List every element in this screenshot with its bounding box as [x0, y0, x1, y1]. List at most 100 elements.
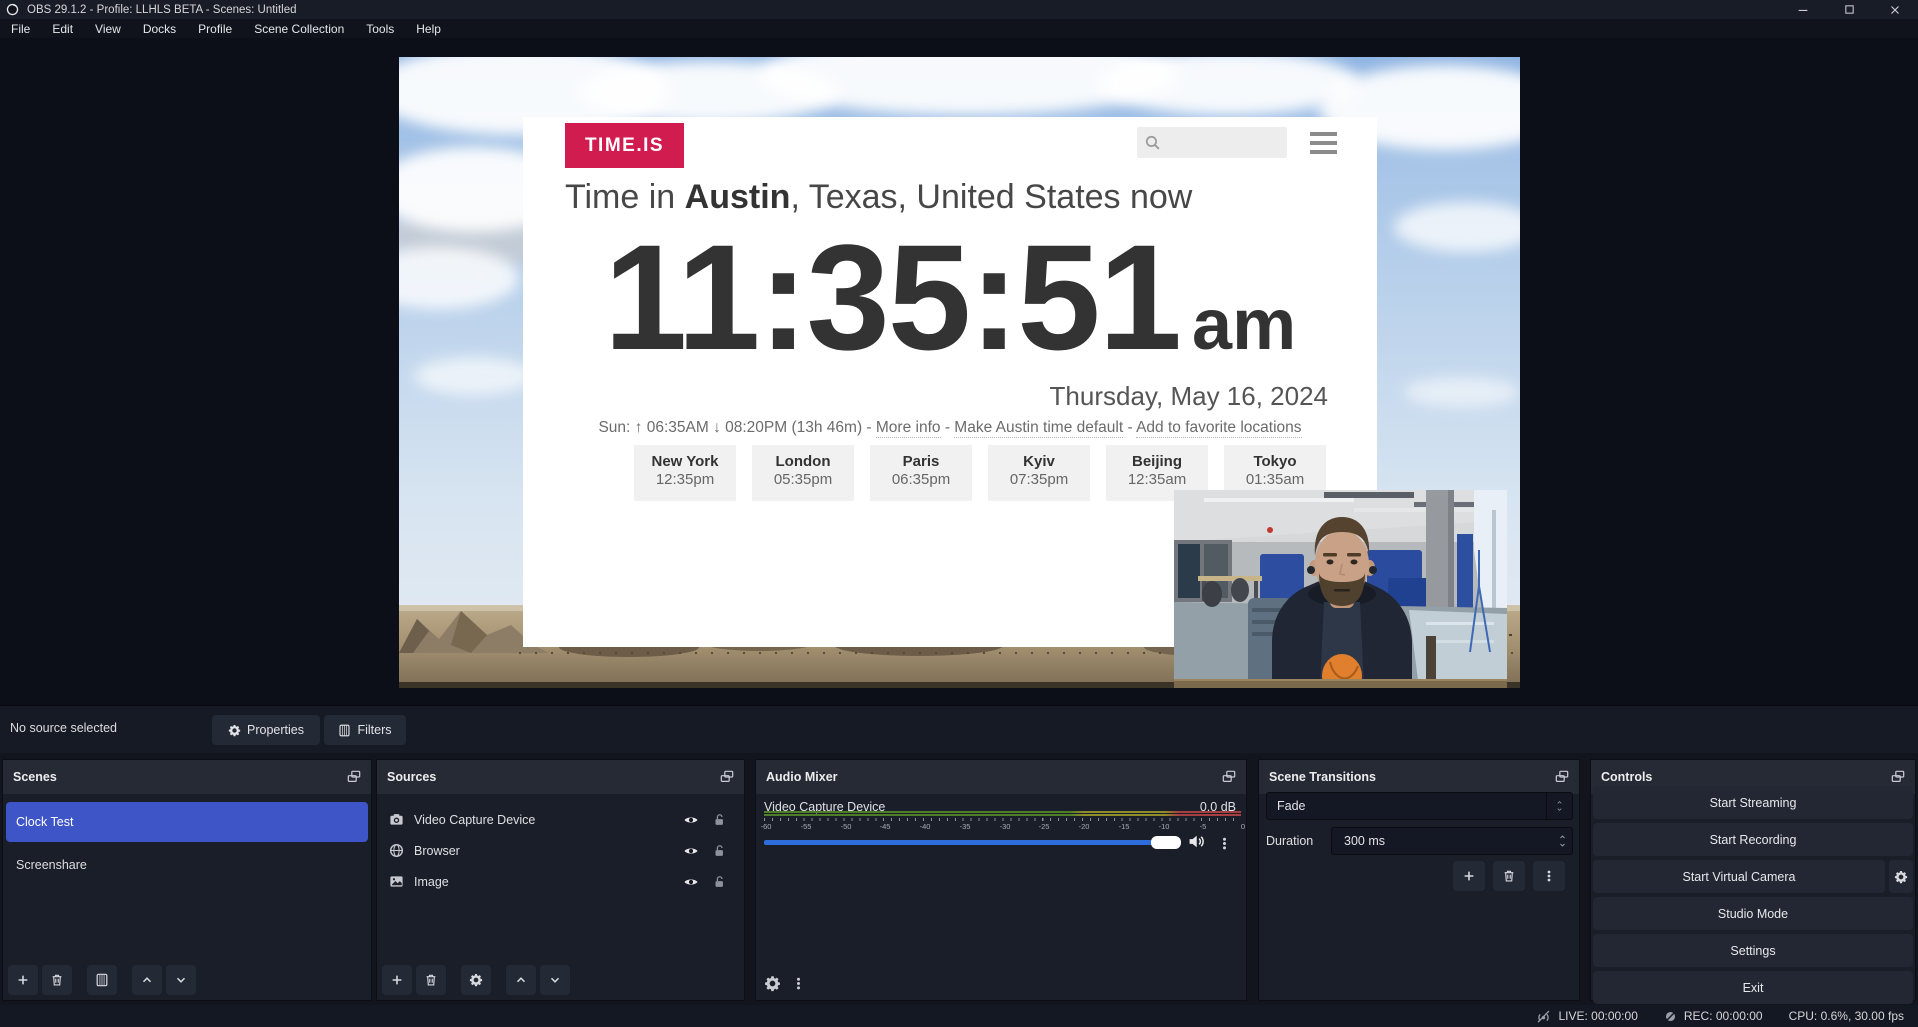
page-title: Time in Austin, Texas, United States now [565, 178, 1192, 217]
popout-dock-icon[interactable] [347, 770, 361, 784]
add-source-button[interactable] [382, 965, 412, 995]
source-context-toolbar: No source selected Properties Filters [0, 705, 1918, 753]
virtual-camera-settings-button[interactable] [1889, 860, 1913, 893]
speaker-icon[interactable] [1188, 833, 1205, 850]
preview-canvas[interactable]: TIME.IS Time in Austin, Texas, United St… [0, 38, 1918, 705]
meter-tick: -30 [993, 822, 1017, 831]
move-scene-down-button[interactable] [166, 965, 196, 995]
duration-spinbox[interactable]: 300 ms [1331, 827, 1573, 855]
start-virtual-camera-button[interactable]: Start Virtual Camera [1593, 860, 1885, 893]
menu-help[interactable]: Help [405, 22, 452, 36]
eye-visible-icon[interactable] [683, 843, 699, 859]
meter-tick: -25 [1032, 822, 1056, 831]
meter-tick: -40 [913, 822, 937, 831]
popout-dock-icon[interactable] [1891, 770, 1905, 784]
meter-tickmarks [764, 818, 1241, 821]
add-scene-button[interactable] [8, 965, 38, 995]
remove-source-button[interactable] [416, 965, 446, 995]
scenes-toolbar [8, 965, 196, 995]
filter-icon [338, 724, 351, 737]
source-properties-button[interactable] [461, 965, 491, 995]
transition-options-button[interactable] [1533, 861, 1565, 891]
clock-display: 11:35:51am [523, 222, 1377, 372]
select-spinner[interactable] [1546, 793, 1572, 819]
lock-open-icon[interactable] [712, 813, 726, 827]
image-icon [389, 874, 404, 889]
menu-tools[interactable]: Tools [355, 22, 405, 36]
transition-select[interactable]: Fade [1266, 792, 1573, 820]
lock-open-icon[interactable] [712, 875, 726, 889]
sources-panel-header: Sources [377, 760, 744, 794]
remove-transition-button[interactable] [1493, 861, 1525, 891]
mixer-options-kebab-icon[interactable] [791, 976, 806, 991]
scenes-panel-header: Scenes [3, 760, 371, 794]
properties-button[interactable]: Properties [212, 715, 320, 745]
lock-open-icon[interactable] [712, 844, 726, 858]
chevron-down-icon [548, 973, 562, 987]
rec-status: REC: 00:00:00 [1664, 1009, 1763, 1023]
menu-docks[interactable]: Docks [132, 22, 187, 36]
menu-file[interactable]: File [0, 22, 41, 36]
maximize-button[interactable] [1826, 0, 1872, 19]
move-source-up-button[interactable] [506, 965, 536, 995]
webcam-video [1174, 490, 1507, 688]
move-source-down-button[interactable] [540, 965, 570, 995]
advanced-audio-gear-icon[interactable] [764, 975, 781, 992]
sources-panel: Sources Video Capture Device Browser [376, 759, 745, 1001]
chevron-down-icon [174, 973, 188, 987]
source-item-browser[interactable]: Browser [377, 835, 744, 866]
scene-filters-button[interactable] [87, 965, 117, 995]
scene-item-clock-test[interactable]: Clock Test [6, 802, 368, 842]
meter-tick: -15 [1112, 822, 1136, 831]
source-item-video-capture[interactable]: Video Capture Device [377, 804, 744, 835]
clock-ampm: am [1192, 285, 1296, 365]
add-transition-button[interactable] [1453, 861, 1485, 891]
studio-mode-button[interactable]: Studio Mode [1593, 897, 1913, 930]
menu-scene-collection[interactable]: Scene Collection [243, 22, 355, 36]
filters-button[interactable]: Filters [324, 715, 406, 745]
scene-transitions-panel: Scene Transitions Fade Duration 300 ms [1258, 759, 1580, 1001]
chevron-up-icon [514, 973, 528, 987]
scene-item-screenshare[interactable]: Screenshare [6, 845, 368, 885]
live-status: LIVE: 00:00:00 [1536, 1009, 1637, 1024]
exit-button[interactable]: Exit [1593, 971, 1913, 1004]
start-streaming-button[interactable]: Start Streaming [1593, 786, 1913, 819]
meter-tick: -45 [873, 822, 897, 831]
volume-slider-handle[interactable] [1151, 836, 1181, 849]
menu-view[interactable]: View [84, 22, 132, 36]
trash-icon [424, 973, 438, 987]
city-card: London05:35pm [752, 445, 854, 501]
record-inactive-icon [1664, 1010, 1677, 1023]
kebab-icon [1217, 836, 1232, 851]
move-scene-up-button[interactable] [132, 965, 162, 995]
minimize-icon [1796, 3, 1810, 17]
city-card: New York12:35pm [634, 445, 736, 501]
menu-edit[interactable]: Edit [41, 22, 84, 36]
camera-icon [389, 812, 404, 827]
popout-dock-icon[interactable] [1555, 770, 1569, 784]
menu-profile[interactable]: Profile [187, 22, 243, 36]
popout-dock-icon[interactable] [1222, 770, 1236, 784]
cpu-fps-status: CPU: 0.6%, 30.00 fps [1789, 1009, 1904, 1023]
eye-visible-icon[interactable] [683, 874, 699, 890]
cloud [1394, 202, 1520, 252]
remove-scene-button[interactable] [42, 965, 72, 995]
duration-spinner[interactable] [1557, 833, 1568, 849]
trash-icon [50, 973, 64, 987]
source-status-text: No source selected [10, 721, 117, 735]
eye-visible-icon[interactable] [683, 812, 699, 828]
minimize-button[interactable] [1780, 0, 1826, 19]
channel-options-button[interactable] [1211, 832, 1237, 854]
cloud [1404, 377, 1519, 407]
hamburger-menu-icon [1310, 132, 1337, 154]
source-item-image[interactable]: Image [377, 866, 744, 897]
close-button[interactable] [1872, 0, 1918, 19]
settings-button[interactable]: Settings [1593, 934, 1913, 967]
mixer-toolbar [764, 975, 806, 992]
dock-area: Scenes Clock Test Screenshare Sources [0, 753, 1918, 1005]
program-video[interactable]: TIME.IS Time in Austin, Texas, United St… [399, 57, 1520, 688]
start-recording-button[interactable]: Start Recording [1593, 823, 1913, 856]
volume-slider[interactable] [764, 840, 1159, 845]
sources-toolbar [382, 965, 570, 995]
popout-dock-icon[interactable] [720, 770, 734, 784]
